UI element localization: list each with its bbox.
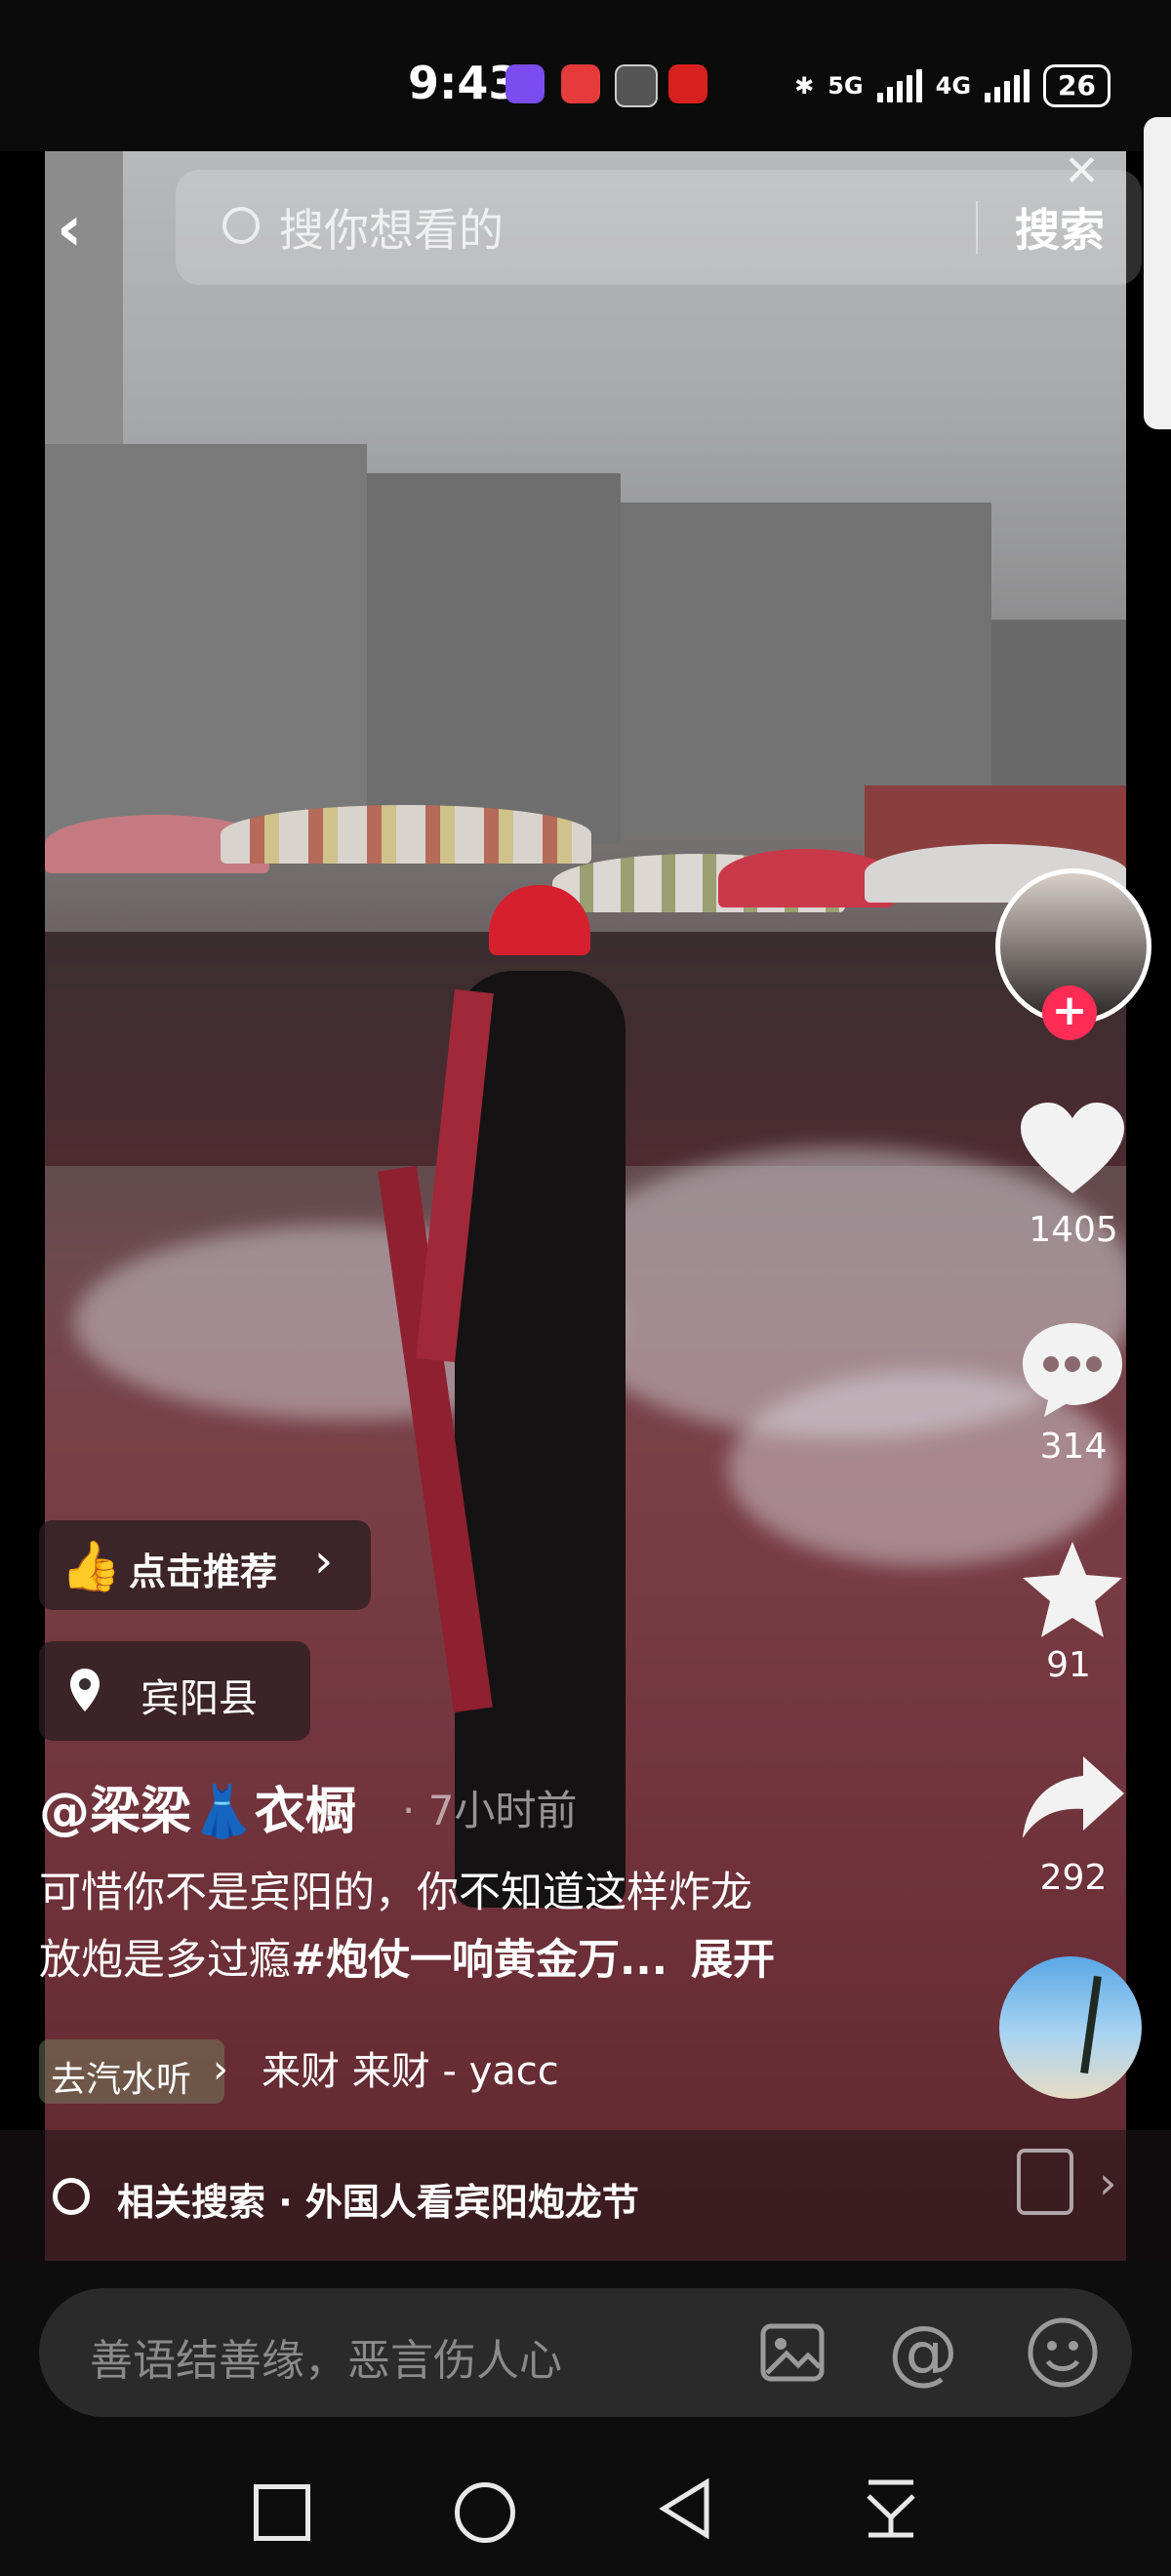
follow-plus-icon[interactable]: + [1042,986,1097,1040]
music-disc[interactable] [999,1956,1142,2099]
comment-count: 314 [1039,1427,1108,1467]
search-button[interactable]: 搜索 [1015,195,1105,260]
chevron-right-icon: › [213,2047,228,2092]
author-handle[interactable]: @梁梁👗衣橱 [39,1770,356,1843]
signal-icon [876,69,922,102]
search-icon [222,207,260,244]
post-time: · 7小时前 [402,1787,578,1834]
transcript-icon[interactable] [1017,2149,1073,2215]
image-icon[interactable] [759,2322,826,2383]
recommend-button[interactable]: 👍 点击推荐 › [39,1520,371,1610]
caption-line-2[interactable]: 放炮是多过瘾#炮仗一响黄金万... 展开 [39,1926,775,1987]
network-label: 4G [935,72,972,100]
app-notification-icon [615,64,658,107]
location-tag[interactable]: 宾阳县 [39,1641,310,1741]
search-divider [976,201,978,254]
battery-indicator: 26 [1043,64,1110,107]
mention-icon[interactable]: @ [888,2311,958,2393]
palm-tree-icon [1080,1975,1102,2074]
caption-text: 放炮是多过瘾 [39,1936,291,1985]
network-label: 5G [828,72,864,100]
close-icon[interactable]: ✕ [1064,146,1100,196]
music-app-tag[interactable]: 去汽水听 › [39,2039,228,2104]
like-heart-icon[interactable] [1019,1101,1126,1198]
market-umbrella [221,805,591,864]
expand-button[interactable]: 展开 [691,1936,775,1985]
comment-input[interactable]: 善语结善缘，恶言伤人心 [39,2288,1132,2417]
app-notification-icon [505,64,545,103]
building [45,444,367,854]
emoji-icon[interactable] [1027,2316,1099,2389]
app-notification-icon [561,64,600,103]
signal-icon [985,69,1030,102]
location-label: 宾阳县 [141,1676,258,1721]
back-nav-icon[interactable] [658,2478,712,2539]
app-notification-icon [668,64,707,103]
like-count: 1405 [1029,1210,1118,1250]
recommend-label: 点击推荐 [129,1550,278,1593]
side-handle[interactable] [1144,117,1171,429]
status-time: 9:43 [408,57,520,109]
back-icon[interactable]: ‹ [57,193,82,265]
comment-icon[interactable] [1019,1319,1126,1419]
favorite-count: 91 [1046,1645,1091,1685]
share-count: 292 [1039,1858,1108,1898]
building [621,503,991,834]
building [367,473,621,844]
search-icon [53,2178,90,2215]
system-indicators: ✱ 5G 4G 26 [794,64,1110,107]
search-input[interactable]: 搜你想看的 [279,195,504,260]
home-icon[interactable] [455,2482,515,2543]
favorite-star-icon[interactable] [1019,1538,1126,1641]
caption-hashtag[interactable]: #炮仗一响黄金万... [291,1936,667,1985]
notification-pulldown-icon[interactable] [865,2478,917,2539]
bluetooth-icon: ✱ [794,72,815,100]
location-pin-icon [70,1669,100,1711]
chevron-right-icon[interactable]: › [1099,2156,1116,2209]
music-app-label: 去汽水听 [51,2060,192,2100]
chevron-right-icon: › [314,1534,334,1589]
share-arrow-icon[interactable] [1019,1752,1128,1840]
related-search-text[interactable]: 相关搜索 · 外国人看宾阳炮龙节 [117,2172,639,2226]
caption-line-1: 可惜你不是宾阳的，你不知道这样炸龙 [39,1869,752,1917]
music-title[interactable]: 来财 来财 - yacc [262,2039,559,2096]
thumbs-up-icon: 👍 [61,1538,122,1594]
recent-apps-icon[interactable] [254,2484,310,2541]
comment-placeholder: 善语结善缘，恶言伤人心 [90,2336,562,2386]
